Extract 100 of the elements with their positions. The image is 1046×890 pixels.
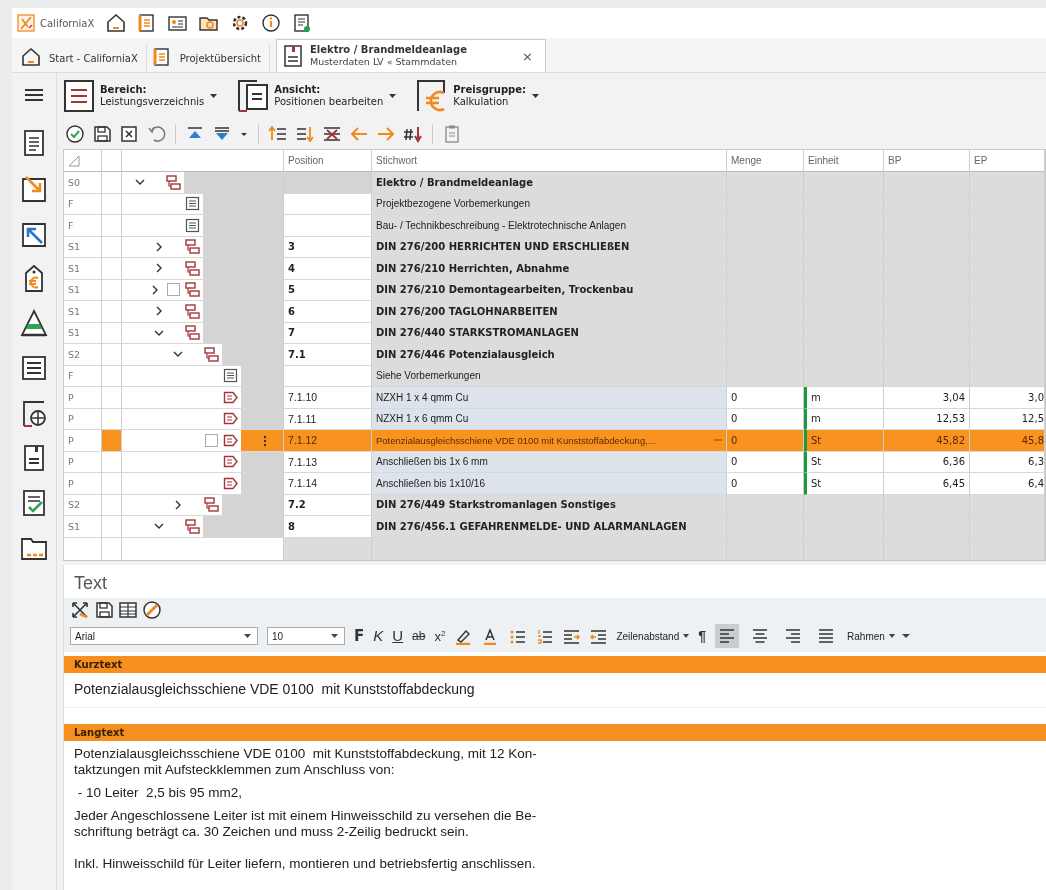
table-icon[interactable] bbox=[118, 600, 138, 620]
tab[interactable]: Elektro / Brandmeldeanlage Musterdaten LV « Stammdaten × bbox=[275, 39, 546, 72]
dropdown[interactable]: Bereich: Leistungsverzeichnis bbox=[63, 79, 218, 113]
table-row[interactable]: S2 7.1 DIN 276/446 Potenzialausgleich bbox=[64, 344, 1045, 366]
pyramid-icon[interactable] bbox=[20, 308, 48, 338]
dropdown-value: Positionen bearbeiten bbox=[274, 96, 384, 108]
row-type: S2 bbox=[68, 499, 81, 511]
table-cell: St bbox=[811, 477, 822, 489]
table-row[interactable]: S1 3 DIN 276/200 HERRICHTEN UND ERSCHLIEßEN bbox=[64, 236, 1045, 258]
tab-title: Elektro / Brandmeldeanlage bbox=[309, 44, 468, 56]
group-icon bbox=[185, 260, 200, 276]
align-left-icon[interactable] bbox=[715, 624, 740, 648]
list-icon[interactable] bbox=[20, 353, 48, 383]
checkbox[interactable] bbox=[167, 283, 180, 297]
table-cell bbox=[102, 215, 122, 237]
chevron-right-icon[interactable] bbox=[150, 284, 160, 295]
clipboard-icon[interactable] bbox=[442, 124, 462, 144]
font-size-field[interactable]: 10 bbox=[267, 627, 345, 645]
short-text-field[interactable]: Potenzialausgleichsschiene VDE 0100 mit Kunststoffabdeckung bbox=[64, 673, 1046, 708]
strikethrough-button[interactable]: ab bbox=[412, 627, 426, 645]
frame-dropdown[interactable]: Rahmen bbox=[847, 630, 895, 642]
menu-icon[interactable] bbox=[24, 87, 44, 103]
table-cell bbox=[102, 193, 122, 215]
position-number: 7.2 bbox=[288, 499, 306, 511]
keyword: DIN 276/440 STARKSTROMANLAGEN bbox=[376, 327, 579, 339]
undo-icon[interactable] bbox=[146, 124, 166, 144]
caret-icon bbox=[331, 634, 338, 638]
table-row[interactable]: P 7.1.10 NZXH 1 x 4 qmm Cu 0 m 3,04 3,0 bbox=[64, 387, 1045, 409]
sort-number-icon[interactable] bbox=[403, 124, 423, 144]
chevron-right-icon[interactable] bbox=[154, 306, 164, 317]
chevron-right-icon[interactable] bbox=[173, 499, 183, 510]
table-row[interactable]: F Siehe Vorbemerkungen bbox=[64, 365, 1045, 387]
delete-lines-icon[interactable] bbox=[322, 124, 342, 144]
chevron-right-icon[interactable] bbox=[154, 241, 164, 252]
table-row[interactable]: S1 4 DIN 276/210 Herrichten, Abnahme bbox=[64, 258, 1045, 280]
table-row[interactable]: S0 Elektro / Brandmeldeanlage bbox=[64, 172, 1045, 194]
italic-button[interactable]: K bbox=[373, 627, 384, 645]
home-icon[interactable] bbox=[105, 12, 128, 34]
paragraph: Inkl. Hinweisschild für Leiter liefern, montieren und betriebsfertig anschlissen. bbox=[74, 856, 537, 872]
checkbox[interactable] bbox=[205, 433, 218, 447]
numbered-list-icon[interactable] bbox=[535, 627, 554, 645]
table-row[interactable]: S1 6 DIN 276/200 TAGLOHNARBEITEN bbox=[64, 301, 1045, 323]
check-icon[interactable] bbox=[65, 124, 85, 144]
save-icon[interactable] bbox=[92, 124, 112, 144]
highlighter-icon[interactable] bbox=[454, 627, 473, 645]
import-icon[interactable] bbox=[20, 173, 48, 203]
globe-document-icon[interactable] bbox=[20, 398, 48, 428]
column-header[interactable]: Einheit bbox=[808, 155, 839, 166]
cancel-icon[interactable] bbox=[119, 124, 139, 144]
table-row[interactable]: F Bau- / Technikbeschreibung - Elektrotechnische Anlagen bbox=[64, 215, 1045, 237]
table-row[interactable]: S1 5 DIN 276/210 Demontagearbeiten, Trockenbau bbox=[64, 279, 1045, 301]
caret-icon bbox=[683, 634, 690, 638]
table-row[interactable]: S2 7.2 DIN 276/449 Starkstromanlagen Sonstiges bbox=[64, 494, 1045, 516]
close-button[interactable]: × bbox=[518, 48, 537, 64]
chevron-right-icon[interactable] bbox=[154, 263, 164, 274]
position-number: 7.1.12 bbox=[288, 434, 318, 447]
table-row[interactable]: P 7.1.12 Potenzialausgleichsschiene VDE 0100 mit Kunststoffabdeckung,... 0 St 45,82 45,8 bbox=[64, 430, 1045, 452]
info-icon[interactable] bbox=[260, 12, 283, 34]
table-cell bbox=[102, 344, 122, 366]
group-icon bbox=[185, 303, 200, 319]
position-number: 7.1.14 bbox=[288, 477, 318, 490]
group-icon bbox=[185, 325, 200, 341]
table-cell: 0 bbox=[731, 434, 738, 446]
edit-circle-icon[interactable] bbox=[142, 600, 162, 620]
list-icon bbox=[63, 79, 95, 113]
dropdown[interactable]: Ansicht: Positionen bearbeiten bbox=[237, 79, 397, 113]
column-header[interactable]: Menge bbox=[731, 155, 762, 166]
bold-button[interactable]: F bbox=[354, 627, 365, 645]
keyword: Projektbezogene Vorbemerkungen bbox=[376, 198, 530, 210]
tab-label: Start - CaliforniaX bbox=[49, 52, 138, 64]
expand-icon[interactable] bbox=[70, 600, 90, 620]
outdent-icon[interactable] bbox=[295, 124, 315, 144]
section-header: Kurztext bbox=[64, 656, 1046, 673]
table-cell: 0 bbox=[731, 391, 738, 403]
column-header[interactable]: EP bbox=[974, 155, 988, 166]
table-row[interactable]: P 7.1.14 Anschließen bis 1x10/16 0 St 6,45 6,4 bbox=[64, 473, 1045, 495]
checklist-icon[interactable] bbox=[20, 488, 48, 518]
more-caret-icon[interactable] bbox=[901, 634, 910, 638]
table-row[interactable]: S1 8 DIN 276/456.1 GEFAHRENMELDE- UND ALARMANLAGEN bbox=[64, 516, 1045, 538]
column-header[interactable]: Position bbox=[288, 155, 324, 166]
group-icon bbox=[204, 497, 219, 513]
group-icon bbox=[185, 518, 200, 534]
line-spacing-dropdown[interactable]: Zeilenabstand bbox=[616, 630, 690, 642]
table-row[interactable]: S1 7 DIN 276/440 STARKSTROMANLAGEN bbox=[64, 322, 1045, 344]
column-header[interactable]: BP bbox=[888, 155, 902, 166]
position-number: 7.1.10 bbox=[288, 391, 318, 404]
drag-handle-icon[interactable] bbox=[263, 435, 267, 447]
save-icon[interactable] bbox=[94, 600, 114, 620]
decrease-indent-icon[interactable] bbox=[589, 627, 608, 645]
increase-indent-icon[interactable] bbox=[562, 627, 581, 645]
column-header[interactable]: Stichwort bbox=[376, 155, 418, 166]
dropdown[interactable]: Preisgruppe: Kalkulation bbox=[416, 79, 539, 113]
superscript-button[interactable]: x$^{2}$ bbox=[434, 625, 446, 647]
font-field[interactable]: Arial bbox=[70, 627, 258, 645]
row-type: F bbox=[68, 198, 74, 210]
underline-button[interactable]: U bbox=[392, 627, 404, 645]
table-row[interactable]: F Projektbezogene Vorbemerkungen bbox=[64, 193, 1045, 215]
paragraph-mark-button[interactable]: ¶ bbox=[698, 627, 707, 645]
row-type: P bbox=[68, 477, 74, 489]
row-type: P bbox=[68, 456, 74, 468]
